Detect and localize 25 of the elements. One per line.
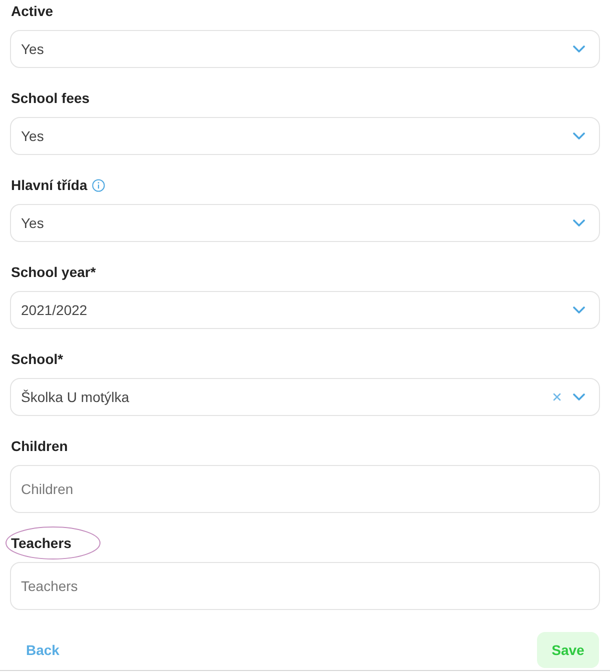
chevron-down-icon[interactable] [573, 393, 585, 401]
select-field[interactable]: Yes [10, 117, 600, 155]
text-field[interactable]: Teachers [10, 562, 600, 610]
text-field[interactable]: Children [10, 465, 600, 513]
field-label: School* [11, 351, 64, 367]
field-label: School year* [11, 264, 96, 280]
chevron-down-icon[interactable] [573, 132, 585, 140]
select-value: Školka U motýlka [21, 388, 130, 407]
chevron-down-icon[interactable] [573, 219, 585, 227]
select-field[interactable]: Yes [10, 30, 600, 68]
field-label: Children [11, 438, 68, 454]
select-value: Yes [21, 126, 45, 146]
select-field[interactable]: Yes [10, 204, 600, 242]
clear-icon[interactable] [553, 393, 561, 401]
select-value: 2021/2022 [21, 300, 88, 320]
field-label: Teachers [11, 535, 72, 551]
select-field[interactable]: 2021/2022 [10, 291, 600, 329]
field-label: Active [11, 3, 54, 19]
chevron-down-icon[interactable] [573, 45, 585, 53]
field-label: Hlavní třída [11, 177, 88, 193]
field-label: School fees [11, 90, 90, 106]
chevron-down-icon[interactable] [573, 306, 585, 314]
select-field[interactable]: Školka U motýlka [10, 378, 600, 416]
select-value: Yes [21, 40, 45, 58]
select-value: Yes [21, 214, 45, 232]
